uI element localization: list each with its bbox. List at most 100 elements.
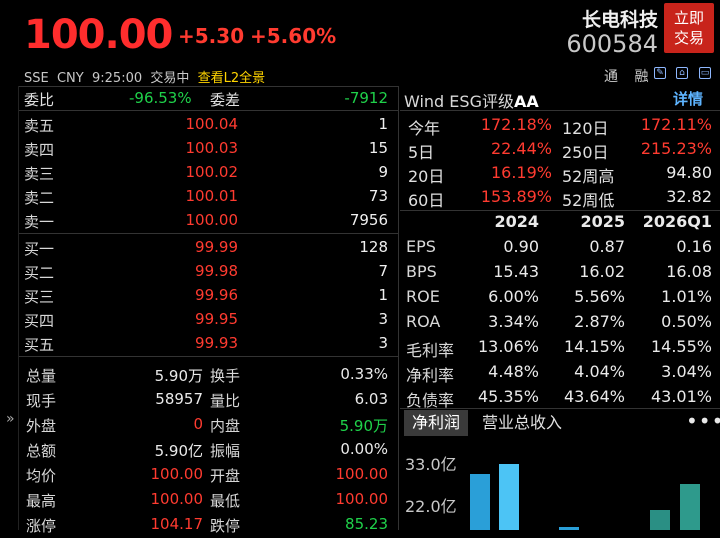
stat-cell: 换手 0.33% [210,362,388,388]
ask-row[interactable]: 卖五 100.04 1 [24,113,388,137]
fin-row: ROA 3.34% 2.87% 0.50% [406,310,712,335]
perf-key: 5日 [408,143,435,162]
tab-total-revenue[interactable]: 营业总收入 [482,410,562,436]
stat-cell: 涨停 104.17 [26,512,203,538]
fin-value: 15.43 [493,262,539,281]
perf-value: 215.23% [640,139,712,158]
perf-row: 今年 172.18% 120日 172.11% [408,113,712,138]
ask-volume: 1 [378,115,388,133]
ask-row[interactable]: 卖一 100.00 7956 [24,209,388,233]
esg-rating-header: Wind ESG评级AA [404,88,539,112]
stat-key: 换手 [210,367,241,385]
stat-value: 58957 [155,390,203,408]
bid-row[interactable]: 买四 99.95 3 [24,308,388,332]
chart-bar [680,484,700,530]
ask-volume: 9 [378,163,388,181]
bid-volume: 3 [378,310,388,328]
perf-value: 94.80 [666,163,712,182]
fin-value: 3.34% [488,312,539,331]
chart-bar [499,464,519,530]
divider [18,233,398,234]
esg-rating: AA [513,92,539,111]
stat-key: 量比 [210,392,241,410]
fin-row: 负债率 45.35% 43.64% 43.01% [406,385,712,410]
bid-row[interactable]: 买二 99.98 7 [24,260,388,284]
bid-volume: 128 [359,238,388,256]
stat-cell: 最高 100.00 [26,487,203,513]
fin-value: 0.87 [589,237,625,256]
weicha-label: 委差 [210,91,241,109]
stat-key: 总量 [26,367,57,385]
stat-key: 外盘 [26,417,57,435]
more-options-icon[interactable]: ••• [686,410,720,432]
ask-row[interactable]: 卖四 100.03 15 [24,137,388,161]
perf-key: 20日 [408,167,445,186]
fin-header: 2024 [494,212,539,231]
chevron-right-icon[interactable]: » [6,411,15,427]
fin-value: 0.90 [503,237,539,256]
ask-row[interactable]: 卖二 100.01 73 [24,185,388,209]
tong-rong-label: 通 融 [604,69,655,85]
fin-row: 净利率 4.48% 4.04% 3.04% [406,360,712,385]
stat-cell: 振幅 0.00% [210,437,388,463]
divider [18,86,398,87]
fin-value: 2.87% [574,312,625,331]
fin-value: 6.00% [488,287,539,306]
stat-key: 最低 [210,492,241,510]
alert-icon[interactable]: ⌂ [676,67,688,79]
fin-row: EPS 0.90 0.87 0.16 [406,235,712,260]
ask-row[interactable]: 卖三 100.02 9 [24,161,388,185]
perf-value: 22.44% [490,139,552,158]
trade-button-line1: 立即 [673,9,704,27]
stat-cell: 现手 58957 [26,387,203,413]
stat-value: 100.00 [335,490,389,508]
stat-cell: 均价 100.00 [26,462,203,488]
bid-price: 99.98 [195,262,238,280]
perf-value: 32.82 [666,187,712,206]
bid-price: 99.96 [195,286,238,304]
fin-header-row: 2024 2025 2026Q1 [406,210,712,235]
stat-value: 104.17 [150,515,204,533]
perf-value: 153.89% [480,187,552,206]
perf-key: 120日 [562,119,609,138]
fin-value: 43.01% [650,387,712,406]
price-change: +5.30 [178,24,245,48]
ask-label: 卖五 [24,117,55,135]
stat-key: 振幅 [210,442,241,460]
price-change-pct: +5.60% [250,24,337,48]
stat-value: 5.90万 [154,367,203,385]
fin-row: 毛利率 13.06% 14.15% 14.55% [406,335,712,360]
chart-bar [650,510,670,530]
bid-row[interactable]: 买三 99.96 1 [24,284,388,308]
stat-cell: 总额 5.90亿 [26,437,203,463]
perf-value: 172.11% [640,115,712,134]
edit-icon[interactable]: ✎ [654,67,666,79]
ask-price: 100.03 [185,139,239,157]
stat-value: 6.03 [354,390,388,408]
stat-value: 0.00% [340,440,388,458]
stat-key: 均价 [26,467,57,485]
weibi-row: 委比 -96.53% 委差 -7912 [24,88,388,110]
last-price: 100.00 [24,12,173,58]
fin-value: 0.16 [676,237,712,256]
fin-row: ROE 6.00% 5.56% 1.01% [406,285,712,310]
bid-label: 买五 [24,336,55,354]
stat-cell: 外盘 0 [26,412,203,438]
bid-row[interactable]: 买五 99.93 3 [24,332,388,356]
trade-now-button[interactable]: 立即 交易 [664,3,714,53]
perf-value: 16.19% [490,163,552,182]
fin-value: 1.01% [661,287,712,306]
fin-value: 16.08 [666,262,712,281]
ask-price: 100.04 [185,115,239,133]
bid-row[interactable]: 买一 99.99 128 [24,236,388,260]
tab-net-profit[interactable]: 净利润 [404,410,468,436]
ask-volume: 7956 [349,211,388,229]
fin-value: 14.15% [563,337,625,356]
detail-link[interactable]: 详情 [673,88,703,109]
exchange: SSE [24,71,49,86]
left-border [18,86,19,530]
window-icon[interactable]: ▭ [699,67,711,79]
perf-key: 今年 [408,119,441,138]
l2-panorama-link[interactable]: 查看L2全景 [198,71,266,86]
bid-label: 买二 [24,264,55,282]
